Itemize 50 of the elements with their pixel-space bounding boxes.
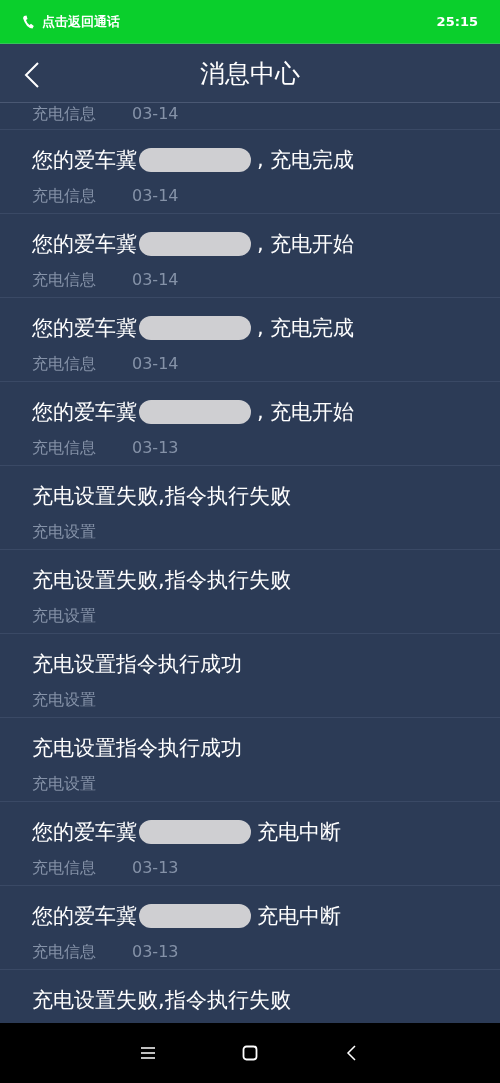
message-date: 03-13 <box>132 437 179 459</box>
message-title: 充电设置失败,指令执行失败 <box>32 567 291 594</box>
message-category: 充电信息 <box>32 353 96 375</box>
message-date: 03-14 <box>132 269 179 291</box>
message-text: 您的爱车冀 <box>32 147 137 174</box>
message-text: 充电中断 <box>257 903 341 930</box>
message-text: 您的爱车冀 <box>32 819 137 846</box>
message-item[interactable]: 您的爱车冀 , 充电开始 充电信息 03-13 <box>0 382 500 466</box>
message-item[interactable]: 您的爱车冀 , 充电完成 充电信息 03-14 <box>0 130 500 214</box>
message-item[interactable]: 您的爱车冀 , 充电完成 充电信息 03-14 <box>0 298 500 382</box>
message-date: 03-14 <box>132 103 179 125</box>
message-category: 充电信息 <box>32 269 96 291</box>
message-date: 03-14 <box>132 353 179 375</box>
message-item[interactable]: 充电设置失败,指令执行失败 充电设置 <box>0 550 500 634</box>
message-item[interactable]: 您的爱车冀 充电中断 充电信息 03-13 <box>0 886 500 970</box>
message-date: 03-13 <box>132 941 179 963</box>
message-date: 03-14 <box>132 185 179 207</box>
message-item[interactable]: 充电设置失败,指令执行失败 充电设置 <box>0 466 500 550</box>
message-category: 充电信息 <box>32 437 96 459</box>
message-category: 充电设置 <box>32 689 96 711</box>
message-text: 充电中断 <box>257 819 341 846</box>
message-category: 充电设置 <box>32 605 96 627</box>
message-category: 充电信息 <box>32 941 96 963</box>
page-title: 消息中心 <box>200 57 300 90</box>
message-date: 03-13 <box>132 857 179 879</box>
message-item[interactable]: 充电设置指令执行成功 充电设置 <box>0 634 500 718</box>
message-title: 充电设置失败,指令执行失败 <box>32 483 291 510</box>
message-text: , 充电开始 <box>257 399 355 426</box>
message-item[interactable]: 您的爱车冀 , 充电开始 充电信息 03-14 <box>0 214 500 298</box>
message-category: 充电信息 <box>32 857 96 879</box>
message-item[interactable]: 您的爱车冀 充电中断 充电信息 03-13 <box>0 802 500 886</box>
message-text: , 充电开始 <box>257 231 355 258</box>
message-text: 您的爱车冀 <box>32 315 137 342</box>
message-text: , 充电完成 <box>257 147 355 174</box>
message-category: 充电信息 <box>32 185 96 207</box>
message-item[interactable]: 充电信息 03-14 <box>0 103 500 130</box>
message-text: , 充电完成 <box>257 315 355 342</box>
message-category: 充电设置 <box>32 521 96 543</box>
message-item[interactable]: 充电设置指令执行成功 充电设置 <box>0 718 500 802</box>
message-item[interactable]: 充电设置失败,指令执行失败 <box>0 970 500 1023</box>
call-return-text: 点击返回通话 <box>42 12 120 31</box>
message-title: 充电设置指令执行成功 <box>32 651 242 678</box>
message-text: 您的爱车冀 <box>32 399 137 426</box>
message-title: 充电设置失败,指令执行失败 <box>32 987 291 1014</box>
message-category: 充电设置 <box>32 773 96 795</box>
message-category: 充电信息 <box>32 103 96 125</box>
message-text: 您的爱车冀 <box>32 231 137 258</box>
message-title: 充电设置指令执行成功 <box>32 735 242 762</box>
clock-time: 25:15 <box>436 14 478 29</box>
message-text: 您的爱车冀 <box>32 903 137 930</box>
